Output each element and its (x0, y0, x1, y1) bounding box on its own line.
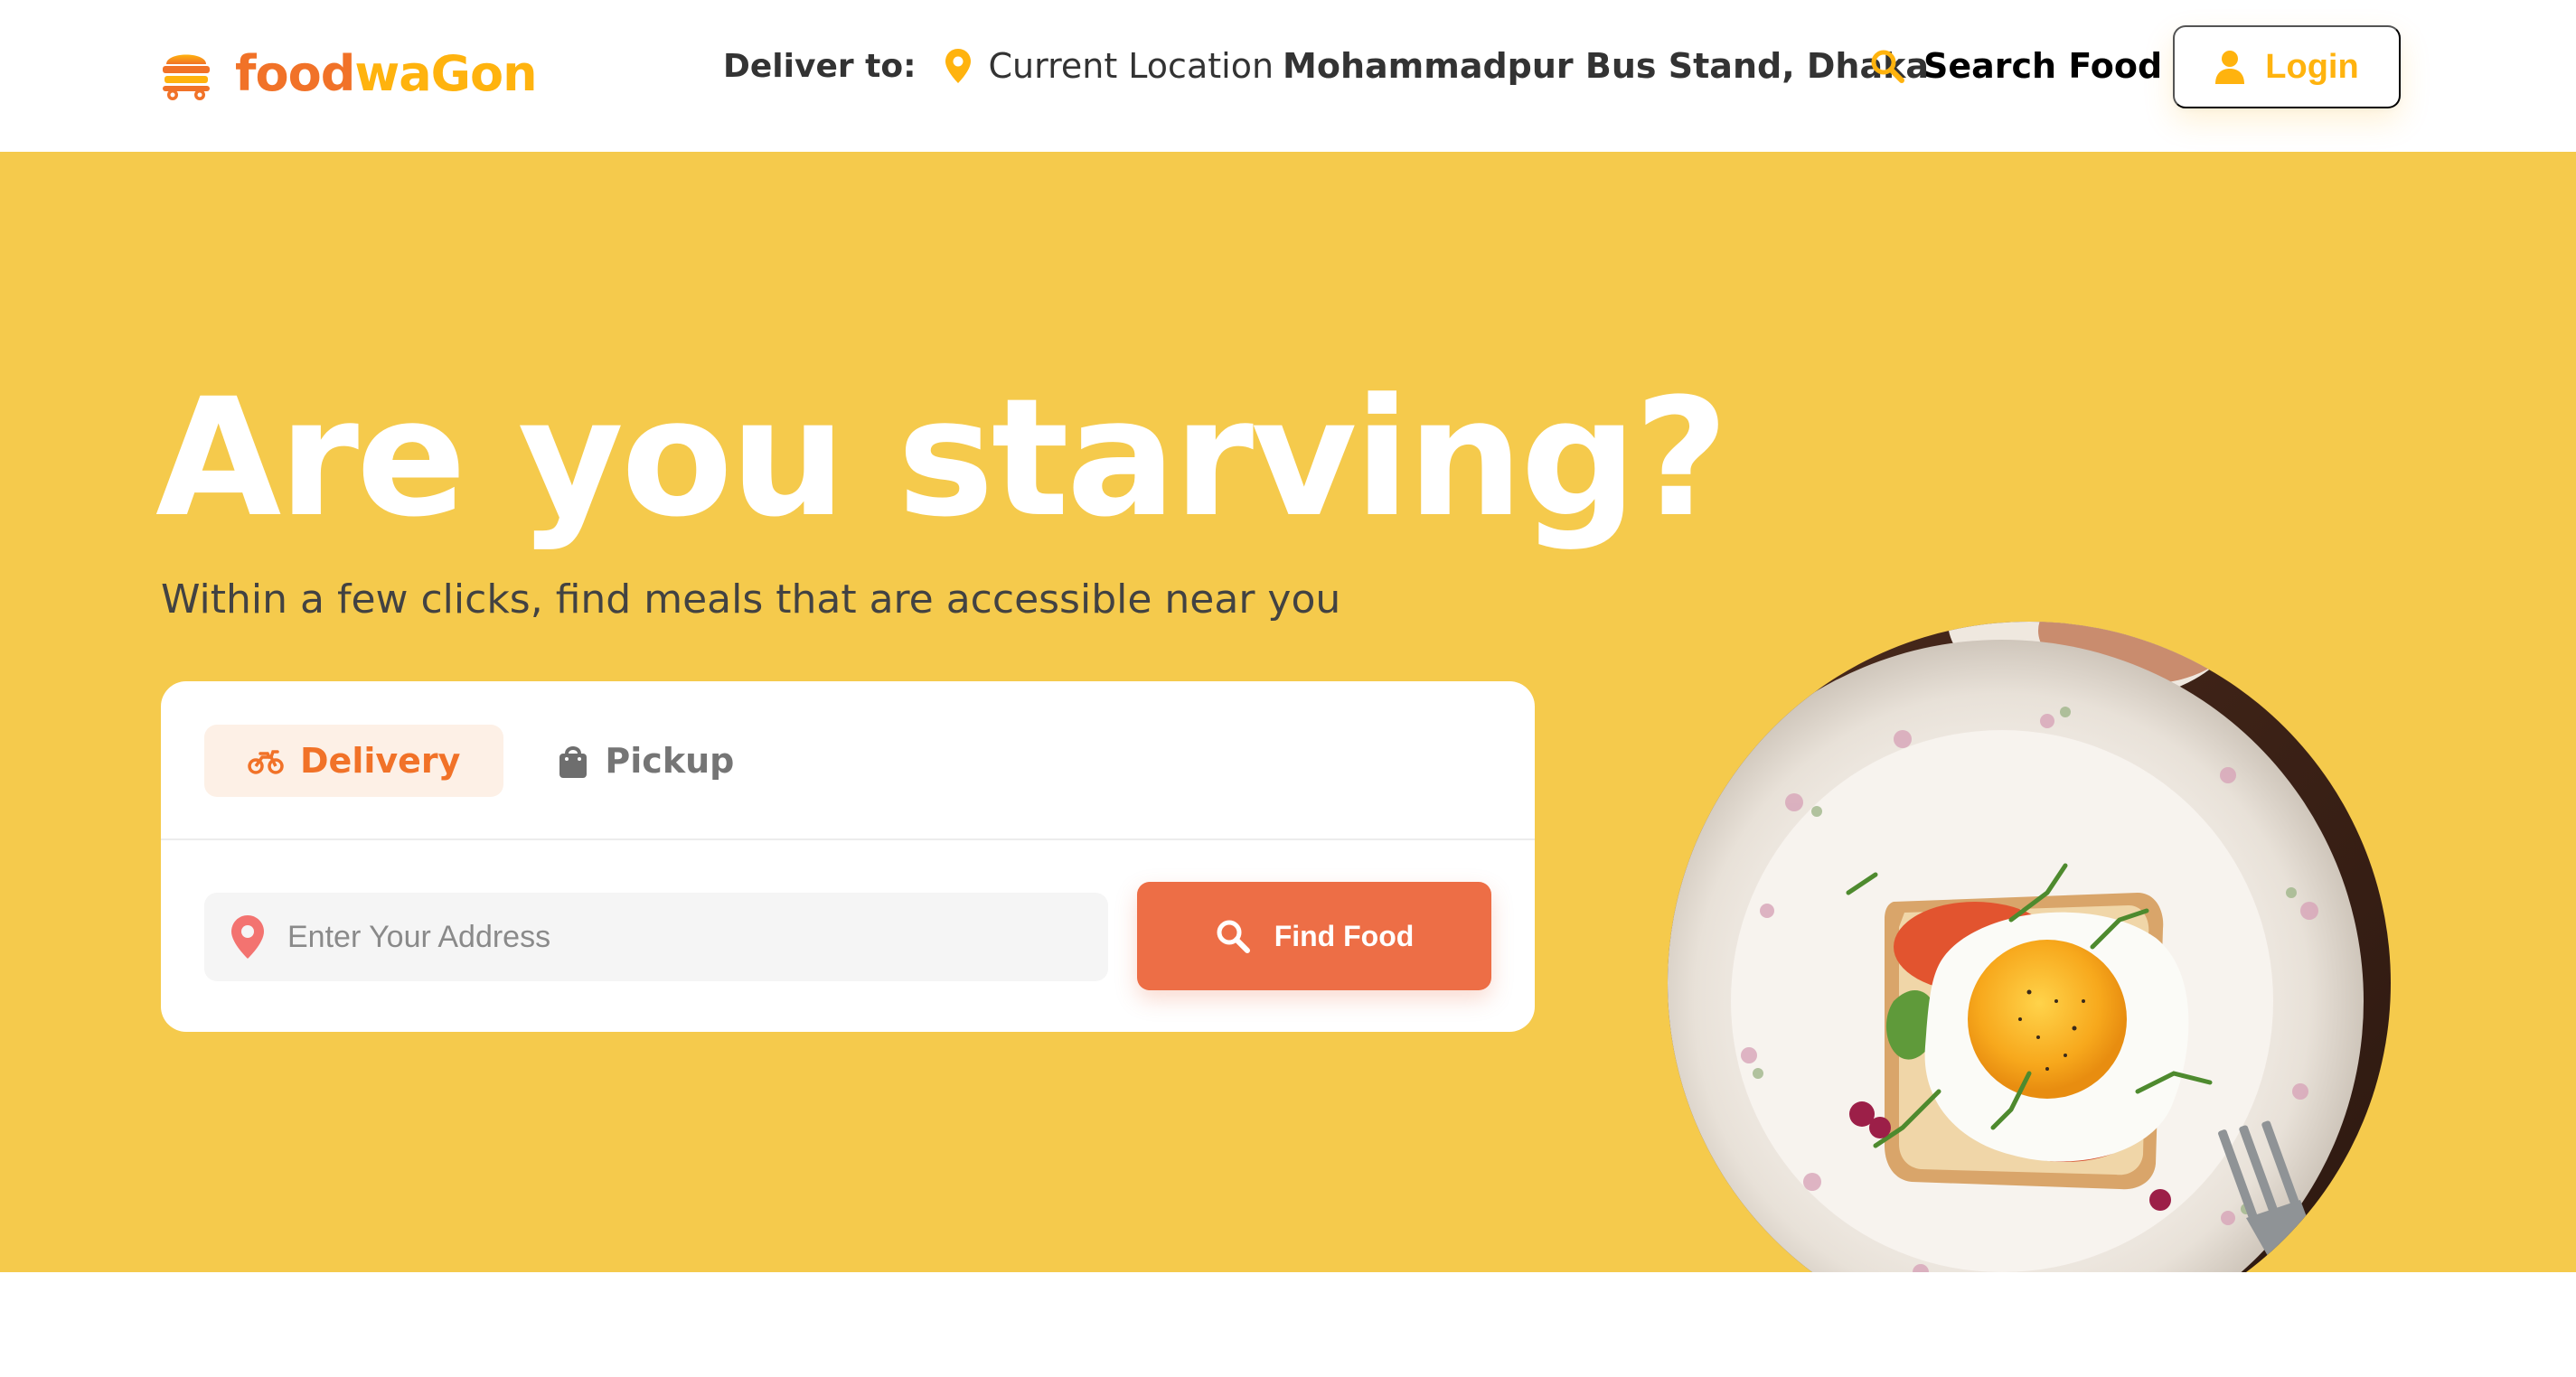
motorbike-icon (248, 750, 284, 774)
brand-name-part2: waGon (354, 45, 537, 102)
tab-pickup[interactable]: Pickup (540, 725, 752, 797)
hero-subtitle: Within a few clicks, find meals that are… (161, 576, 1341, 623)
page: foodwaGon Deliver to: Current Location M… (0, 0, 2576, 1377)
tab-delivery-label: Delivery (300, 741, 461, 781)
order-type-tabs: Delivery Pickup (204, 725, 752, 797)
hero-section: Are you starving? Within a few clicks, f… (0, 152, 2576, 1272)
address-field[interactable] (204, 893, 1108, 981)
hero-title: Are you starving? (155, 364, 1728, 553)
search-food-link[interactable]: Search Food (1869, 36, 2162, 96)
tab-delivery[interactable]: Delivery (204, 725, 504, 797)
brand-logo[interactable]: foodwaGon (159, 29, 538, 119)
search-icon (1217, 920, 1250, 953)
login-button[interactable]: Login (2173, 25, 2401, 108)
login-label: Login (2265, 47, 2359, 86)
brand-name: foodwaGon (235, 50, 538, 98)
find-food-button[interactable]: Find Food (1137, 882, 1491, 990)
card-divider (161, 838, 1535, 840)
navbar: foodwaGon Deliver to: Current Location M… (0, 0, 2576, 152)
shopping-bag-icon (559, 746, 588, 778)
current-location-label: Current Location (988, 46, 1274, 86)
search-card: Delivery Pickup Enter Your Address Find … (161, 681, 1535, 1032)
find-food-label: Find Food (1274, 919, 1415, 952)
tab-pickup-label: Pickup (605, 741, 735, 781)
user-icon (2215, 51, 2245, 84)
address-input[interactable] (287, 919, 1083, 955)
location-name: Mohammadpur Bus Stand, Dhaka (1283, 46, 1930, 86)
brand-name-part1: food (235, 45, 355, 102)
search-icon (1871, 50, 1904, 83)
map-pin-icon (945, 49, 971, 83)
map-pin-icon (231, 915, 264, 959)
deliver-label: Deliver to: (723, 47, 917, 85)
deliver-to[interactable]: Deliver to: Current Location Mohammadpur… (723, 36, 1929, 96)
food-truck-icon (163, 54, 210, 100)
fried-egg-toast-image (1668, 622, 2391, 1272)
hero-food-image (1668, 622, 2391, 1272)
search-food-label: Search Food (1923, 46, 2163, 86)
